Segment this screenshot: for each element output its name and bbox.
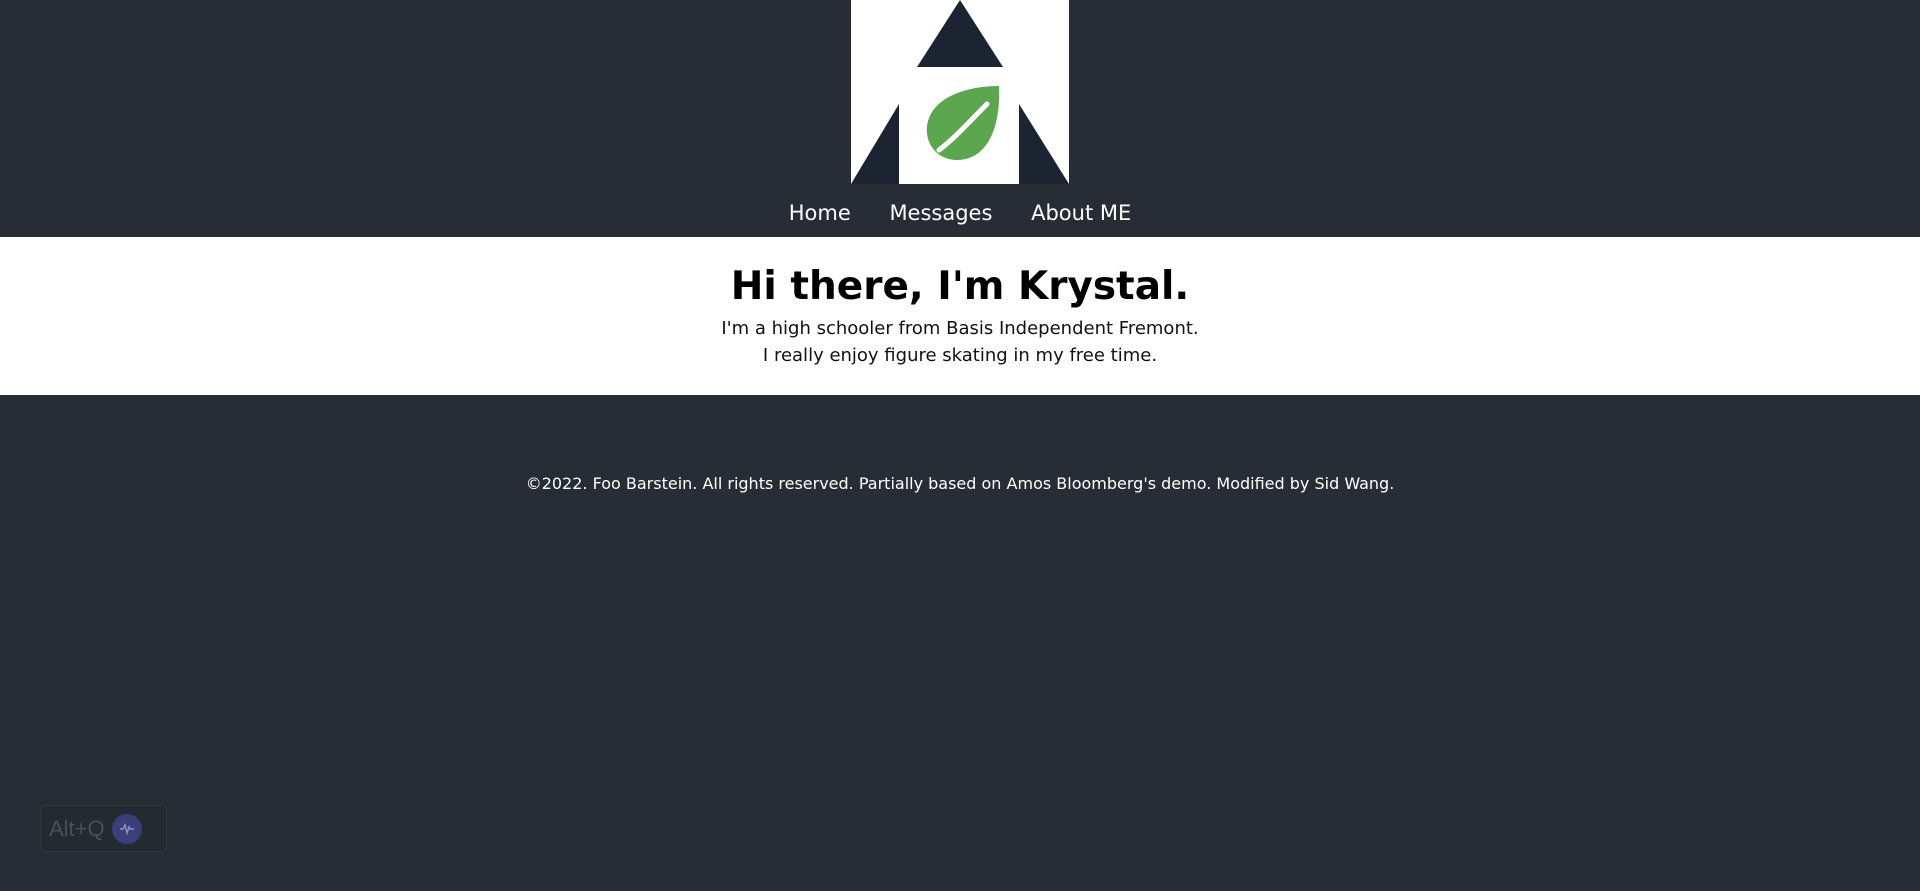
intro-line-hobby: I really enjoy figure skating in my free… [762,345,1158,366]
nav-about-link[interactable]: About ME [1031,201,1131,225]
nav-messages-link[interactable]: Messages [889,201,992,225]
site-header: Home Messages About ME [0,0,1920,237]
alt-q-widget[interactable]: Alt+Q [40,805,167,852]
alt-q-label: Alt+Q [49,815,105,841]
intro-section: Hi there, I'm Krystal. I'm a high school… [0,237,1920,395]
logo-graphic [851,0,1069,184]
logo-icon[interactable] [851,0,1069,184]
copyright-text: ©2022. Foo Barstein. All rights reserved… [525,474,1395,493]
intro-line-school: I'm a high schooler from Basis Independe… [721,318,1199,339]
nav-home-link[interactable]: Home [789,201,851,225]
page-title: Hi there, I'm Krystal. [730,264,1190,309]
main-nav: Home Messages About ME [0,195,1920,231]
site-footer: ©2022. Foo Barstein. All rights reserved… [0,395,1920,891]
waveform-icon [111,813,142,844]
